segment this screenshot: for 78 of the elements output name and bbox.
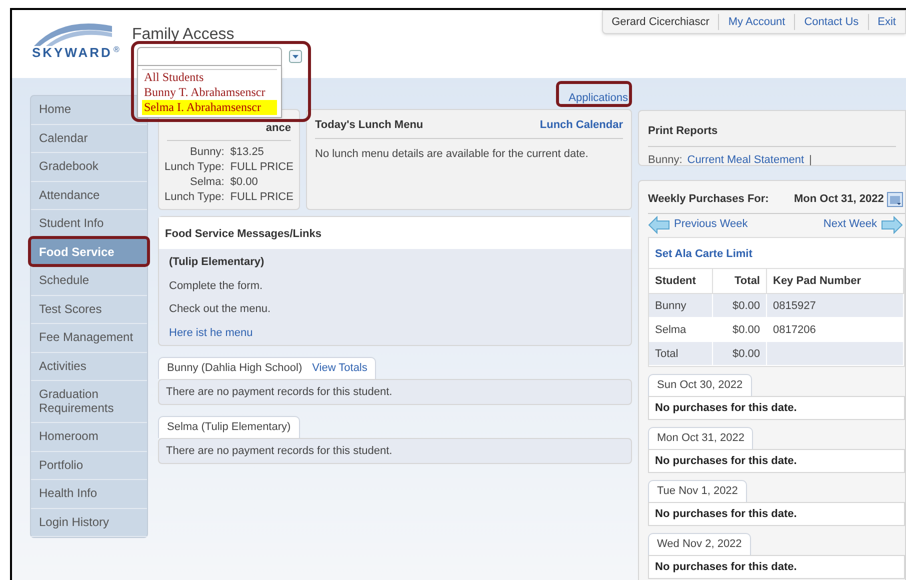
next-week-link[interactable]: Next Week (823, 216, 903, 234)
lunch-calendar-link[interactable]: Lunch Calendar (540, 117, 623, 134)
meal-statement-link[interactable]: Current Meal Statement (687, 152, 804, 168)
column-header: Total (713, 268, 767, 293)
column-header: Key Pad Number (767, 268, 904, 293)
message-text: Complete the form. (169, 278, 264, 294)
sidebar-item[interactable]: Gradebook (31, 153, 147, 182)
balance-label: Lunch Type: (164, 190, 224, 204)
lunch-message: No lunch menu details are available for the current date. (315, 146, 590, 162)
sidebar-item[interactable]: Homeroom (31, 423, 147, 452)
payment-message: There are no payment records for this student. (158, 378, 632, 405)
no-purchases-message: No purchases for this date. (648, 396, 905, 420)
sidebar-item[interactable]: Fee Management (31, 324, 147, 352)
user-name: Gerard Cicerchiascr (602, 14, 720, 30)
user-menu-link[interactable]: My Account (719, 14, 796, 30)
table-cell: 0817206 (767, 318, 904, 341)
payment-message: There are no payment records for this student. (158, 438, 632, 464)
day-tab[interactable]: Tue Nov 1, 2022 (648, 480, 747, 502)
sidebar-item[interactable]: Graduation Requirements (31, 381, 147, 423)
balance-label: Selma: (189, 174, 224, 190)
sidebar-item[interactable]: Activities (31, 352, 147, 381)
column-header: Student (649, 268, 713, 293)
applications-link[interactable]: Applications (568, 92, 628, 105)
panel-title: Food Service Messages/Links (165, 228, 322, 240)
view-totals-link[interactable]: View Totals (312, 360, 368, 376)
balance-label: Bunny: (189, 144, 224, 160)
user-menu-link[interactable]: Contact Us (795, 14, 869, 30)
payment-tab[interactable]: Bunny (Dahlia High School) View Totals (158, 357, 376, 378)
left-arrow-icon (648, 216, 670, 234)
right-arrow-icon (881, 216, 903, 234)
panel-title: Today's Lunch Menu (315, 118, 424, 133)
table-cell: $0.00 (713, 342, 767, 365)
table-cell: Bunny (649, 294, 713, 317)
app-title: Family Access (132, 26, 234, 43)
table-cell: $0.00 (713, 318, 767, 341)
sidebar-item[interactable]: Portfolio (31, 452, 147, 480)
balance-value: $13.25 (230, 144, 265, 160)
student-option[interactable]: Selma I. Abrahamsenscr (142, 100, 277, 115)
student-option[interactable]: All Students (142, 69, 277, 85)
day-tab[interactable]: Wed Nov 2, 2022 (648, 533, 751, 554)
day-tab[interactable]: Mon Oct 31, 2022 (648, 427, 754, 448)
sidebar-item[interactable]: Calendar (31, 124, 147, 153)
table-cell: $0.00 (713, 294, 767, 317)
ala-carte-link[interactable]: Set Ala Carte Limit (655, 248, 752, 260)
registered-mark: ® (113, 46, 120, 54)
separator-text: | (809, 153, 812, 168)
no-purchases-message: No purchases for this date. (648, 554, 905, 579)
sidebar-item[interactable]: Attendance (31, 182, 147, 210)
payment-tab[interactable]: Selma (Tulip Elementary) (158, 416, 300, 438)
tab-label: Selma (Tulip Elementary) (167, 420, 291, 435)
student-select-field[interactable] (137, 47, 282, 66)
no-purchases-message: No purchases for this date. (648, 502, 905, 526)
tab-label: Bunny (Dahlia High School) (167, 361, 302, 376)
sidebar-item[interactable]: Schedule (31, 267, 147, 296)
sidebar-item[interactable]: Test Scores (31, 296, 147, 324)
school-name: (Tulip Elementary) (169, 255, 266, 270)
table-cell: Selma (649, 318, 713, 341)
user-menu-link[interactable]: Exit (868, 14, 905, 30)
sidebar-item[interactable]: Login History (31, 508, 147, 537)
no-purchases-message: No purchases for this date. (648, 448, 905, 473)
previous-week-link[interactable]: Previous Week (648, 216, 748, 234)
calendar-icon[interactable] (886, 192, 903, 207)
panel-title: ance (266, 121, 291, 136)
week-date: Mon Oct 31, 2022 (794, 192, 884, 207)
logo-text: SKYWARD (32, 46, 112, 59)
day-tab[interactable]: Sun Oct 30, 2022 (648, 374, 752, 396)
panel-title: Print Reports (648, 125, 718, 137)
balance-value: $0.00 (230, 174, 259, 190)
message-text: Check out the menu. (169, 302, 272, 317)
table-cell: Total (649, 342, 713, 365)
sidebar-item[interactable]: Health Info (31, 480, 147, 508)
table-cell: 0815927 (767, 294, 904, 317)
menu-link[interactable]: Here ist he menu (169, 324, 253, 341)
weekly-title: Weekly Purchases For: (648, 192, 770, 207)
balance-value: FULL PRICE (230, 190, 294, 204)
balance-label: Lunch Type: (164, 160, 224, 174)
balance-value: FULL PRICE (230, 160, 294, 174)
student-label: Bunny: (648, 153, 682, 168)
